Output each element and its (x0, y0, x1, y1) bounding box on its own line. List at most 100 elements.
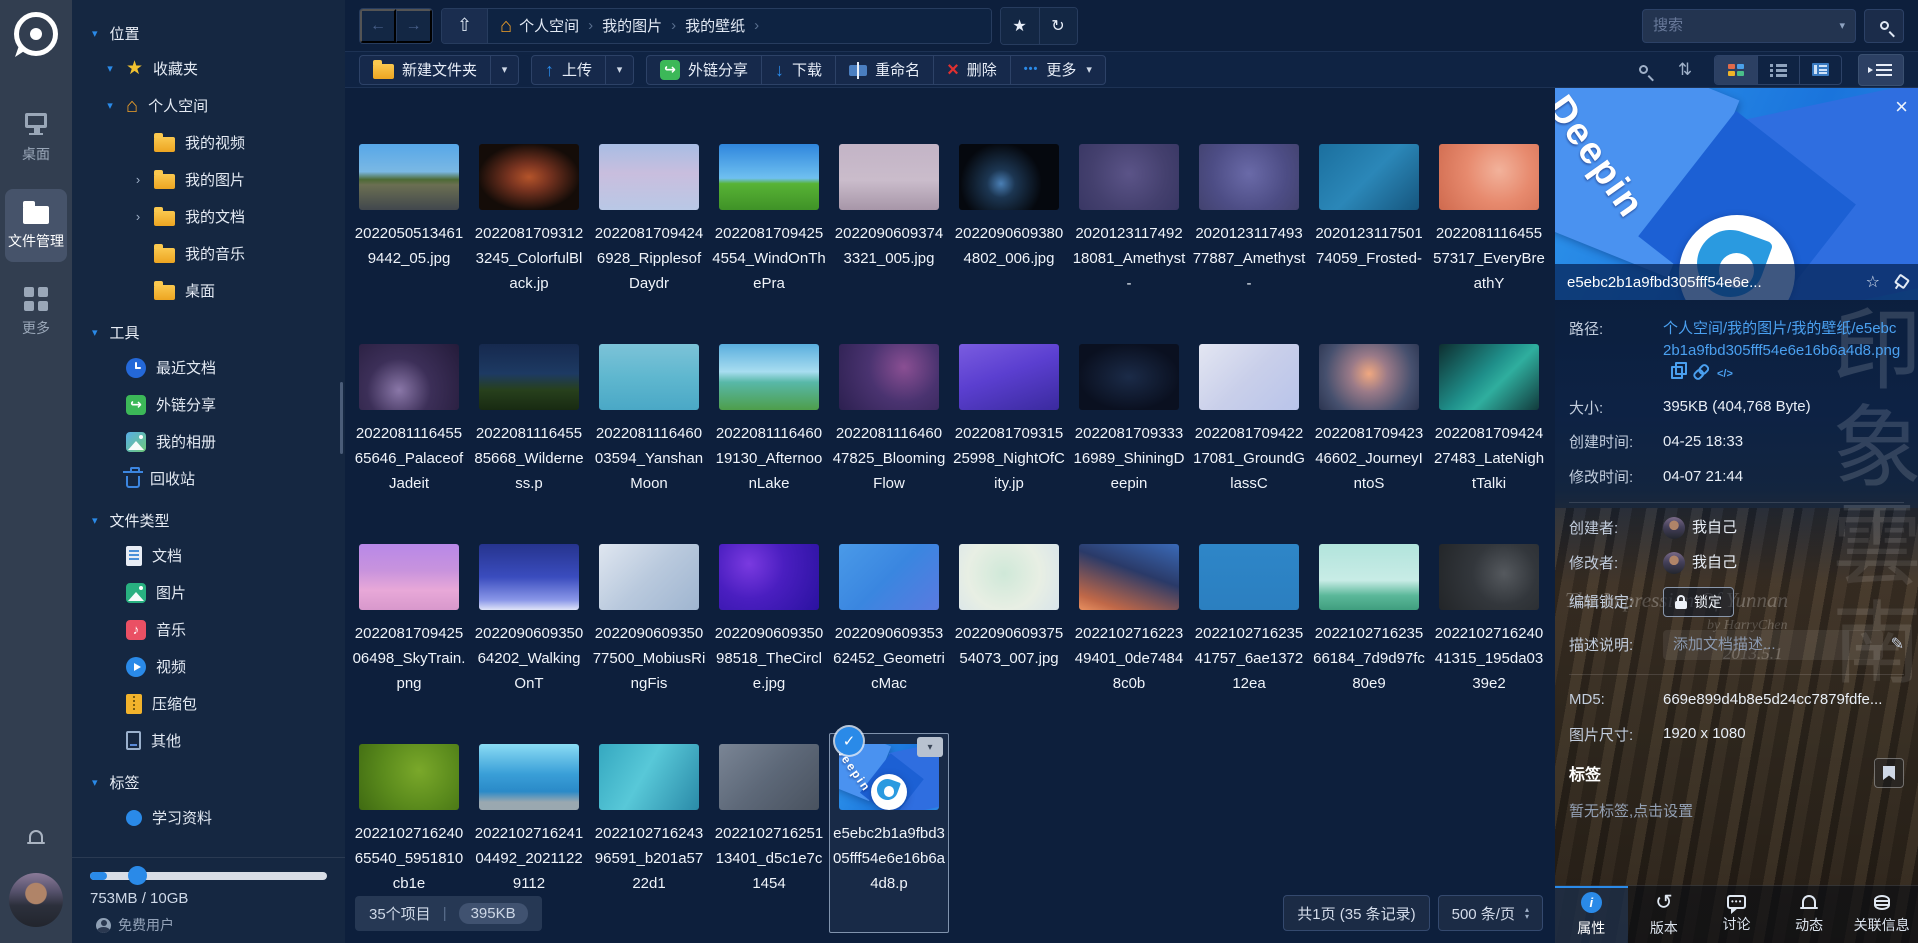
refresh-button[interactable]: ↻ (1038, 7, 1077, 44)
panel-tab-versions[interactable]: ↺ 版本 (1628, 886, 1701, 943)
dropdown-caret-button[interactable]: ▾ (490, 55, 518, 84)
search-button[interactable] (1864, 8, 1904, 43)
copy-icon[interactable] (1671, 361, 1687, 379)
sidebar-item[interactable]: 学习资料 (92, 799, 339, 836)
sidebar-item[interactable]: 视频 (92, 648, 339, 685)
per-page-select[interactable]: 500 条/页 ▴ ▾ (1437, 895, 1543, 931)
sidebar-item[interactable]: › 我的图片 (92, 161, 339, 198)
toolbar-button[interactable]: ↪ 外链分享 (647, 56, 761, 84)
sidebar-item[interactable]: 图片 (92, 574, 339, 611)
file-tile[interactable]: 20220817093123245_ColorfulBlack.jp (469, 133, 589, 333)
pin-icon[interactable] (1891, 272, 1909, 291)
file-tile[interactable]: 202210271625113401_d5c1e7c1454 (709, 733, 829, 933)
edit-icon[interactable]: ✎ (1891, 636, 1904, 653)
file-tile[interactable]: 202208170933316989_ShiningDeepin (1069, 333, 1189, 533)
panel-toggle-button[interactable] (1858, 53, 1904, 86)
file-tile[interactable]: 20220906093743321_005.jpg (829, 133, 949, 333)
sidebar-item[interactable]: › 我的文档 (92, 198, 339, 235)
zoom-icon-button[interactable] (1630, 57, 1656, 83)
toolbar-button[interactable]: ••• 更多 ▾ (1009, 55, 1105, 84)
sidebar-item[interactable]: 其他 (92, 722, 339, 759)
file-tile[interactable]: 20220505134619442_05.jpg (349, 133, 469, 333)
path-link[interactable]: 个人空间/我的图片/我的壁纸/e5ebc2b1a9fbd305fff54e6e1… (1663, 320, 1900, 359)
toolbar-button[interactable]: × 删除 (933, 55, 1010, 84)
file-tile[interactable]: 202210271623566184_7d9d97fc80e9 (1309, 533, 1429, 733)
view-detail-button[interactable] (1799, 55, 1841, 84)
file-tile[interactable]: 202012311749218081_Amethyst- (1069, 133, 1189, 333)
file-tile[interactable]: 202210271622349401_0de74848c0b (1069, 533, 1189, 733)
link-icon[interactable] (1691, 362, 1710, 381)
view-grid-button[interactable] (1715, 55, 1757, 84)
description-input[interactable]: 添加文档描述... (1663, 629, 1883, 660)
file-tile[interactable]: 20220817094246928_RipplesofDaydr (589, 133, 709, 333)
sidebar-item[interactable]: 压缩包 (92, 685, 339, 722)
file-tile[interactable]: 202210271623541757_6ae137212ea (1189, 533, 1309, 733)
file-tile[interactable]: 202012311750174059_Frosted- (1309, 133, 1429, 333)
chevron-down-icon[interactable]: ▾ (1839, 19, 1845, 32)
favorite-star-button[interactable]: ★ (1000, 7, 1039, 44)
user-avatar[interactable] (9, 873, 63, 927)
spinner-icons[interactable]: ▴ ▾ (1525, 906, 1529, 921)
file-tile[interactable]: 202208170942346602_JourneyIntoS (1309, 333, 1429, 533)
file-tile[interactable]: 202208170942506498_SkyTrain.png (349, 533, 469, 733)
breadcrumb-item[interactable]: 我的壁纸 (685, 15, 745, 36)
sidebar-item[interactable]: ♪ 音乐 (92, 611, 339, 648)
toolbar-button[interactable]: ↓ 下载 (761, 55, 835, 84)
file-tile[interactable]: 202209060935362452_GeometricMac (829, 533, 949, 733)
sidebar-item[interactable]: 我的音乐 (92, 235, 339, 272)
search-input[interactable] (1653, 17, 1834, 34)
file-tile[interactable]: 202209060935098518_TheCircle.jpg (709, 533, 829, 733)
sidebar-item[interactable]: ▾ ★ 收藏夹 (92, 50, 339, 87)
panel-tab-activity[interactable]: 动态 (1773, 886, 1846, 943)
section-header[interactable]: ▾ 文件类型 (92, 503, 339, 537)
panel-tab-related[interactable]: 关联信息 (1845, 886, 1918, 943)
file-dropdown-button[interactable]: ▾ (917, 737, 943, 757)
sort-button[interactable]: ⇅ (1672, 57, 1698, 83)
sidebar-scrollbar[interactable] (340, 382, 343, 454)
dropdown-caret-button[interactable]: ▾ (605, 55, 633, 84)
file-tile[interactable]: 202208111646019130_AfternoonLake (709, 333, 829, 533)
file-tile[interactable]: 202209060935077500_MobiusRingFis (589, 533, 709, 733)
toolbar-button[interactable]: 新建文件夹 (360, 56, 490, 84)
file-tile[interactable]: 202208111645557317_EveryBreathY (1429, 133, 1549, 333)
sidebar-item[interactable]: 回收站 (92, 460, 339, 497)
file-tile[interactable]: 20220817094254554_WindOnThePra (709, 133, 829, 333)
sidebar-item[interactable]: 最近文档 (92, 349, 339, 386)
sidebar-item[interactable]: 文档 (92, 537, 339, 574)
file-tile[interactable]: Deepin ✓ ▾ e5ebc2b1a9fbd305fff54e6e16b6a4d8… (829, 727, 949, 933)
sidebar-item[interactable]: 我的视频 (92, 124, 339, 161)
sidebar-item[interactable]: ↪ 外链分享 (92, 386, 339, 423)
close-icon[interactable]: × (1895, 94, 1908, 120)
view-list-button[interactable] (1757, 55, 1799, 84)
panel-tab-discussion[interactable]: 讨论 (1700, 886, 1773, 943)
back-button[interactable]: ← (360, 8, 396, 43)
favorite-star-icon[interactable]: ☆ (1866, 272, 1880, 292)
file-tile[interactable]: 202208170931525998_NightOfCity.jp (949, 333, 1069, 533)
code-icon[interactable]: </> (1717, 368, 1733, 380)
rail-item-desktop[interactable]: 桌面 (5, 102, 67, 175)
breadcrumb-item-root[interactable]: ⌂ 个人空间 (500, 15, 579, 36)
sidebar-item[interactable]: 我的相册 (92, 423, 339, 460)
toolbar-button[interactable]: ↑ 上传 (532, 56, 605, 84)
file-tile[interactable]: 202208111645585668_Wilderness.p (469, 333, 589, 533)
toolbar-button[interactable]: 重命名 (835, 55, 933, 84)
add-tag-button[interactable] (1874, 758, 1904, 788)
rail-item-file-manager[interactable]: 文件管理 (5, 189, 67, 262)
file-tile[interactable]: 202208111646003594_YanshanMoon (589, 333, 709, 533)
section-header[interactable]: ▾ 位置 (92, 16, 339, 50)
sidebar-item[interactable]: ▾ ⌂ 个人空间 (92, 87, 339, 124)
panel-tab-properties[interactable]: i 属性 (1555, 886, 1628, 943)
section-header[interactable]: ▾ 工具 (92, 315, 339, 349)
account-plan[interactable]: 免费用户 (90, 915, 327, 935)
rail-item-more[interactable]: 更多 (5, 276, 67, 349)
file-tile[interactable]: 202208170942427483_LateNightTalki (1429, 333, 1549, 533)
tags-empty-text[interactable]: 暂无标签,点击设置 (1569, 800, 1904, 821)
lock-button[interactable]: 锁定 (1663, 586, 1734, 617)
file-tile[interactable]: 202208170942217081_GroundGlassC (1189, 333, 1309, 533)
file-tile[interactable]: 202209060937554073_007.jpg (949, 533, 1069, 733)
file-tile[interactable]: 202210271624041315_195da0339e2 (1429, 533, 1549, 733)
sidebar-item[interactable]: 桌面 (92, 272, 339, 309)
file-tile[interactable]: 202210271624396591_b201a5722d1 (589, 733, 709, 933)
file-tile[interactable]: 202209060935064202_WalkingOnT (469, 533, 589, 733)
breadcrumb-item[interactable]: 我的图片 (602, 15, 662, 36)
